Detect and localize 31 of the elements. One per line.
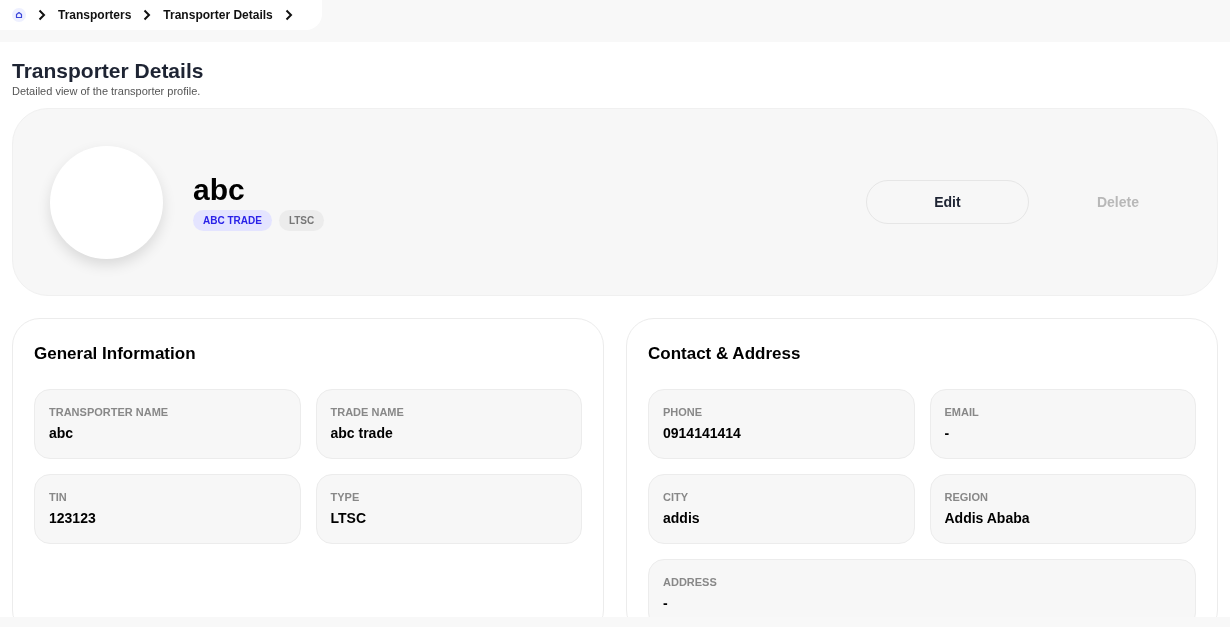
home-icon[interactable] (12, 8, 26, 22)
section-title: Contact & Address (648, 343, 802, 365)
field-value: addis (663, 509, 701, 527)
field-label: TRADE NAME (330, 405, 405, 419)
breadcrumb-link[interactable]: Transporters (58, 6, 132, 24)
field-label: REGION (944, 490, 989, 504)
section-title: General Information (34, 343, 197, 365)
page-subtitle: Detailed view of the transporter profile. (12, 84, 202, 98)
page-title: Transporter Details (12, 58, 205, 84)
field-label: EMAIL (944, 405, 980, 419)
field-value: LTSC (330, 509, 367, 527)
field-value: Addis Ababa (944, 509, 1031, 527)
field-label: CITY (663, 490, 690, 504)
field-value: 123123 (49, 509, 97, 527)
chevron-right-icon (38, 9, 46, 21)
badge: LTSC (278, 209, 325, 231)
field-value: - (663, 594, 669, 612)
field-label: TIN (49, 490, 68, 504)
field-value: 0914141414 (663, 424, 742, 442)
profile-name: abc (193, 173, 246, 206)
chevron-right-icon (143, 9, 152, 21)
field-label: TYPE (330, 490, 361, 504)
field-label: PHONE (663, 405, 704, 419)
field-value: abc (49, 424, 75, 442)
field-label: TRANSPORTER NAME (49, 405, 170, 419)
field-value: - (944, 424, 951, 442)
breadcrumb-link[interactable]: Transporter Details (163, 6, 273, 24)
badge: ABC TRADE (193, 209, 272, 231)
field-value: abc trade (330, 424, 394, 442)
chevron-right-icon (284, 9, 293, 21)
field-label: ADDRESS (663, 575, 718, 589)
